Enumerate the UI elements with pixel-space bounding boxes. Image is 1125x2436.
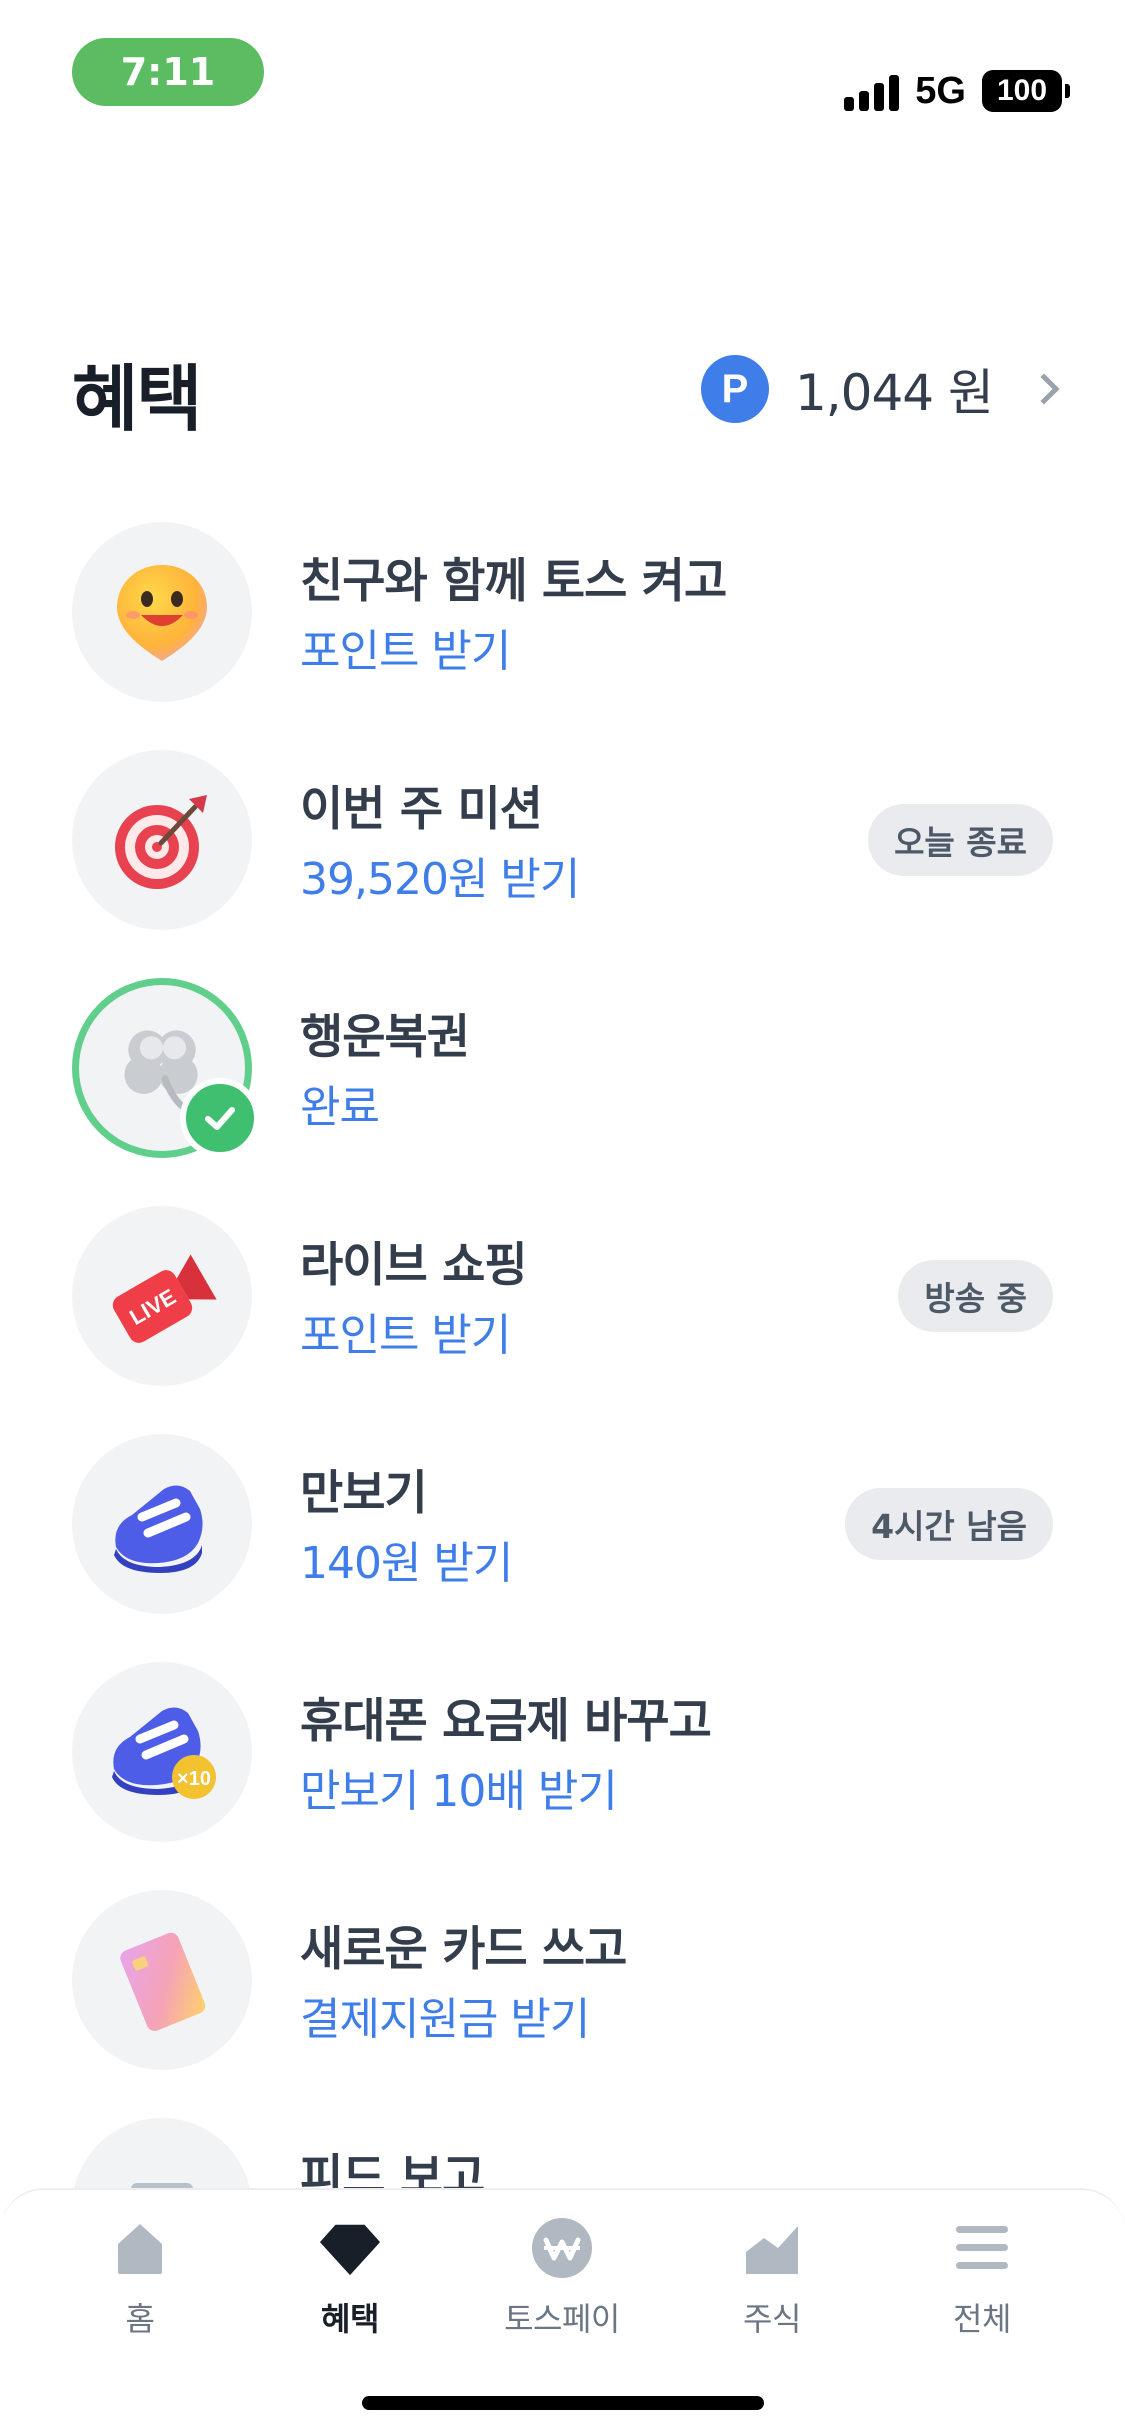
status-time: 7:11 bbox=[72, 38, 264, 106]
live-camera-icon: LIVE bbox=[72, 1206, 252, 1386]
benefit-item-phone-plan[interactable]: ×10 휴대폰 요금제 바꾸고 만보기 10배 받기 bbox=[0, 1652, 1125, 1852]
status-indicators: 5G 100 bbox=[844, 66, 1070, 116]
item-title: 행운복권 bbox=[300, 1010, 470, 1065]
status-badge: 오늘 종료 bbox=[868, 804, 1053, 876]
tab-label: 홈 bbox=[125, 2300, 155, 2338]
card-icon bbox=[72, 1890, 252, 2070]
item-subtitle: 완료 bbox=[300, 1082, 380, 1133]
sneaker-icon bbox=[72, 1434, 252, 1614]
item-title: 휴대폰 요금제 바꾸고 bbox=[300, 1694, 712, 1749]
chevron-right-icon bbox=[1028, 373, 1060, 405]
battery-icon: 100 bbox=[982, 70, 1070, 112]
tab-label: 주식 bbox=[743, 2300, 801, 2338]
benefit-item-friends[interactable]: 친구와 함께 토스 켜고 포인트 받기 bbox=[0, 512, 1125, 712]
tab-toss-pay[interactable]: 토스페이 bbox=[462, 2216, 662, 2340]
item-title: 새로운 카드 쓰고 bbox=[300, 1922, 627, 1977]
smiling-pin-icon bbox=[72, 522, 252, 702]
item-title: 만보기 bbox=[300, 1466, 428, 1521]
tab-label: 토스페이 bbox=[504, 2300, 620, 2338]
points-icon: P bbox=[700, 355, 769, 423]
item-title: 라이브 쇼핑 bbox=[300, 1238, 528, 1293]
menu-icon bbox=[950, 2216, 1014, 2280]
points-summary[interactable]: P 1,044 원 bbox=[700, 355, 1060, 423]
item-subtitle: 39,520원 받기 bbox=[300, 854, 580, 905]
benefit-item-live-shopping[interactable]: LIVE 라이브 쇼핑 포인트 받기 방송 중 bbox=[0, 1196, 1125, 1396]
tab-benefits[interactable]: 혜택 bbox=[250, 2216, 450, 2340]
stock-chart-icon bbox=[740, 2216, 804, 2280]
benefit-item-new-card[interactable]: 새로운 카드 쓰고 결제지원금 받기 bbox=[0, 1880, 1125, 2080]
network-type: 5G bbox=[915, 69, 966, 112]
home-icon bbox=[108, 2216, 172, 2280]
gem-icon bbox=[318, 2216, 382, 2280]
benefit-item-weekly-mission[interactable]: 이번 주 미션 39,520원 받기 오늘 종료 bbox=[0, 740, 1125, 940]
toss-pay-icon bbox=[530, 2216, 594, 2280]
battery-level: 100 bbox=[982, 70, 1062, 112]
status-badge: 4시간 남음 bbox=[845, 1488, 1053, 1560]
target-dart-icon bbox=[72, 750, 252, 930]
tab-home[interactable]: 홈 bbox=[40, 2216, 240, 2340]
benefit-item-pedometer[interactable]: 만보기 140원 받기 4시간 남음 bbox=[0, 1424, 1125, 1624]
tab-all[interactable]: 전체 bbox=[882, 2216, 1082, 2340]
signal-icon bbox=[844, 71, 900, 111]
points-value: 1,044 원 bbox=[794, 364, 994, 422]
check-icon bbox=[180, 1078, 260, 1158]
status-badge: 방송 중 bbox=[898, 1260, 1053, 1332]
item-subtitle: 포인트 받기 bbox=[300, 626, 511, 677]
x10-label: ×10 bbox=[177, 1768, 211, 1790]
item-subtitle: 포인트 받기 bbox=[300, 1310, 511, 1361]
page-title: 혜택 bbox=[72, 357, 202, 441]
item-subtitle: 만보기 10배 받기 bbox=[300, 1766, 618, 1817]
tab-stocks[interactable]: 주식 bbox=[672, 2216, 872, 2340]
item-subtitle: 결제지원금 받기 bbox=[300, 1994, 590, 2045]
home-indicator bbox=[362, 2396, 764, 2410]
item-title: 친구와 함께 토스 켜고 bbox=[300, 554, 727, 609]
item-title: 이번 주 미션 bbox=[300, 782, 543, 837]
item-subtitle: 140원 받기 bbox=[300, 1538, 513, 1589]
sneaker-x10-icon: ×10 bbox=[72, 1662, 252, 1842]
tab-label: 전체 bbox=[953, 2300, 1011, 2338]
tab-label: 혜택 bbox=[321, 2300, 379, 2338]
benefit-item-lucky-lottery[interactable]: 행운복권 완료 bbox=[0, 968, 1125, 1168]
